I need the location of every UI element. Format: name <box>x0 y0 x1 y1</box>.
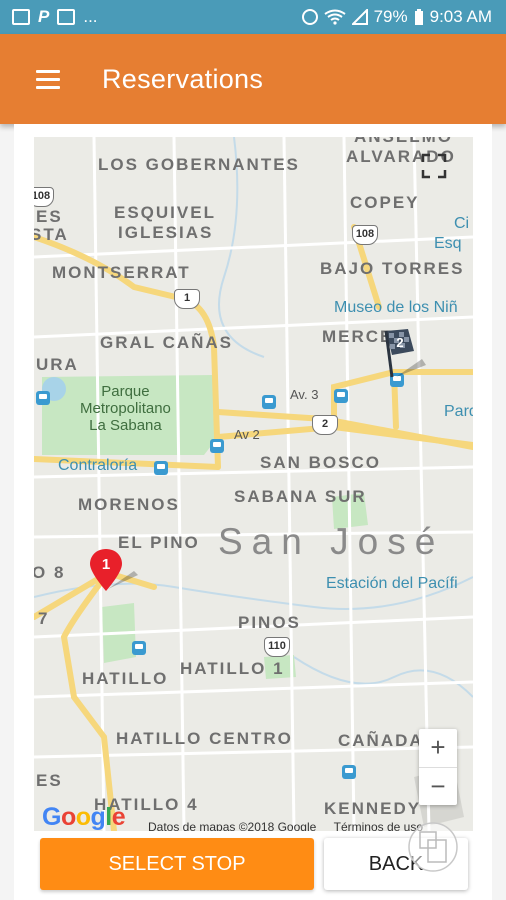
route-shield-1: 1 <box>174 289 200 309</box>
google-logo[interactable]: Google <box>42 803 126 831</box>
bus-stop-icon <box>154 461 168 475</box>
google-logo-letter: e <box>111 803 126 831</box>
map-label-bajo-torres: BAJO TORRES <box>320 259 465 278</box>
map-label-sta: STA <box>34 225 69 244</box>
marker-1-label: 1 <box>102 556 110 573</box>
route-shield-108: 108 <box>352 225 378 245</box>
map-label-anselmo: ANSELMO <box>354 137 453 147</box>
route-shield-2: 2 <box>312 415 338 435</box>
map-label-los-gobernantes: LOS GOBERNANTES <box>98 155 300 174</box>
status-bar-notifications: P ... <box>12 7 98 27</box>
map-base-layer <box>34 137 473 831</box>
google-logo-letter: g <box>90 803 106 831</box>
google-logo-letter: o <box>75 803 91 831</box>
fullscreen-icon[interactable] <box>417 149 451 183</box>
wifi-icon <box>324 9 346 25</box>
map-road-av2: Av 2 <box>234 427 260 442</box>
map-label-iglesias: IGLESIAS <box>118 223 214 242</box>
map-label-canada: CAÑADA <box>338 731 424 750</box>
bus-stop-icon <box>132 641 146 655</box>
signal-icon <box>351 9 368 25</box>
map-poi-contraloria: Contraloría <box>58 457 138 474</box>
clock: 9:03 AM <box>429 7 492 26</box>
email-icon <box>57 9 76 25</box>
map-attribution: Datos de mapas ©2018 Google Términos de … <box>148 820 423 831</box>
map-park-sabana: Parque Metropolitano La Sabana <box>80 383 171 434</box>
status-overflow: ... <box>83 7 98 26</box>
map-label-pinos: PINOS <box>238 613 301 632</box>
map-view[interactable]: ANSELMO ALVARADO LOS GOBERNANTES ES STA … <box>34 137 473 831</box>
map-label-morenos: MORENOS <box>78 495 180 514</box>
map-label-parq: Parq <box>444 403 473 420</box>
map-poi-museo: Museo de los Niñ <box>334 299 458 316</box>
page-title: Reservations <box>102 64 264 94</box>
bus-stop-icon <box>262 395 276 409</box>
map-label-o8: O 8 <box>34 563 66 582</box>
marker-2-label: 2 <box>396 335 403 350</box>
map-road-av3: Av. 3 <box>290 387 319 402</box>
bus-stop-icon <box>36 391 50 405</box>
battery-icon <box>414 8 423 25</box>
map-label-montserrat: MONTSERRAT <box>52 263 191 282</box>
red-pin-icon[interactable]: 1 <box>88 547 144 603</box>
google-logo-letter: o <box>60 803 76 831</box>
park-name-line2: Metropolitano <box>80 400 171 417</box>
map-label-7: 7 <box>38 609 50 628</box>
map-label-san-bosco: SAN BOSCO <box>260 453 381 472</box>
select-stop-button[interactable]: SELECT STOP <box>40 838 314 890</box>
park-name-line1: Parque <box>101 383 150 400</box>
map-label-gral-canas: GRAL CAÑAS <box>100 333 234 352</box>
map-label-ura: URA <box>36 355 79 374</box>
status-bar-system: 79% 9:03 AM <box>301 7 492 27</box>
map-label-es: ES <box>36 207 63 226</box>
checkered-flag-icon[interactable]: 2 <box>380 327 436 381</box>
map-label-hatillo-centro: HATILLO CENTRO <box>116 729 293 748</box>
park-name-line3: La Sabana <box>89 417 162 434</box>
route-shield-108-left: 108 <box>34 187 54 207</box>
bus-stop-icon <box>334 389 348 403</box>
overlay-window-icon[interactable] <box>408 818 458 876</box>
zoom-out-button[interactable]: − <box>419 768 457 806</box>
map-label-hatillo: HATILLO <box>82 669 169 688</box>
status-bar: P ... 79% 9:03 AM <box>0 0 506 34</box>
bus-stop-icon <box>342 765 356 779</box>
google-logo-letter: G <box>42 803 61 831</box>
app-bar: Reservations <box>0 34 506 124</box>
zoom-control: + − <box>419 729 457 805</box>
pinterest-icon: P <box>38 7 50 26</box>
map-label-ci: Ci <box>454 215 470 232</box>
map-label-san-jose: San José <box>218 521 445 562</box>
alarm-icon <box>301 9 318 25</box>
map-label-sabana-sur: SABANA SUR <box>234 487 367 506</box>
map-label-esq: Esq <box>434 235 462 252</box>
bus-stop-icon <box>210 439 224 453</box>
map-data-credit: Datos de mapas ©2018 Google <box>148 820 317 831</box>
map-label-copey: COPEY <box>350 193 420 212</box>
map-label-es-bottom: ES <box>36 771 63 790</box>
map-label-esquivel: ESQUIVEL <box>114 203 216 222</box>
hamburger-menu-icon[interactable] <box>26 64 70 96</box>
map-label-hatillo-1: HATILLO 1 <box>180 659 285 678</box>
image-icon <box>12 9 30 25</box>
zoom-in-button[interactable]: + <box>419 729 457 767</box>
battery-percent: 79% <box>373 7 408 26</box>
map-label-kennedy: KENNEDY <box>324 799 422 818</box>
route-shield-110: 110 <box>264 637 290 657</box>
map-poi-estacion: Estación del Pacífi <box>326 575 458 592</box>
